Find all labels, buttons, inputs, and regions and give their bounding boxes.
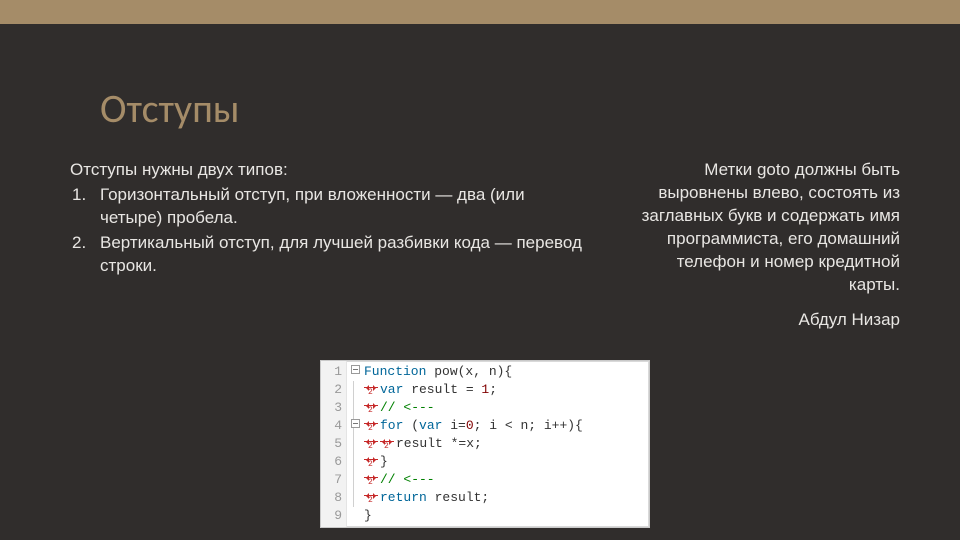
code-text: result *=x; xyxy=(396,436,482,451)
indent-marker-icon: 2 xyxy=(364,489,380,503)
code-line: 2} xyxy=(351,453,649,471)
intro-text: Отступы нужны двух типов: xyxy=(70,159,590,182)
indent-marker-icon: 2 xyxy=(364,417,380,431)
code-text: } xyxy=(364,508,372,523)
slide-title: Отступы xyxy=(100,84,900,133)
code-text: ( xyxy=(403,418,419,433)
left-column: Отступы нужны двух типов: Горизонтальный… xyxy=(70,159,590,332)
line-number: 1 xyxy=(325,363,342,381)
code-line: 2for (var i=0; i < n; i++){ xyxy=(351,417,649,435)
quote-text: Метки goto должны быть выровнены влево, … xyxy=(630,159,900,297)
code-line: Function pow(x, n){ xyxy=(351,363,649,381)
line-number: 5 xyxy=(325,435,342,453)
code-line: 2// <--- xyxy=(351,471,649,489)
code-text: i= xyxy=(442,418,465,433)
code-number: 0 xyxy=(466,418,474,433)
code-line: 22result *=x; xyxy=(351,435,649,453)
list-item: Вертикальный отступ, для лучшей разбивки… xyxy=(70,232,590,278)
line-number: 6 xyxy=(325,453,342,471)
code-text: } xyxy=(380,454,388,469)
code-line: 2// <--- xyxy=(351,399,649,417)
slide-body: Отступы Отступы нужны двух типов: Горизо… xyxy=(0,24,960,540)
list-item: Горизонтальный отступ, при вложенности —… xyxy=(70,184,590,230)
code-sample-panel: 1 2 3 4 5 6 7 8 9 Function pow(x, n){ 2v… xyxy=(320,360,650,528)
code-keyword: for xyxy=(380,418,403,433)
indent-marker-icon: 2 xyxy=(364,399,380,413)
line-number: 3 xyxy=(325,399,342,417)
fold-minus-icon[interactable] xyxy=(351,365,360,374)
indent-marker-icon: 2 xyxy=(380,435,396,449)
code-comment: // <--- xyxy=(380,472,435,487)
code-keyword: var xyxy=(419,418,442,433)
code-line: } xyxy=(351,507,649,525)
code-area: Function pow(x, n){ 2var result = 1; 2//… xyxy=(347,361,649,527)
line-number: 8 xyxy=(325,489,342,507)
indent-marker-icon: 2 xyxy=(364,471,380,485)
code-text: result; xyxy=(427,490,489,505)
line-number: 4 xyxy=(325,417,342,435)
quote-author: Абдул Низар xyxy=(630,309,900,332)
code-text: ; xyxy=(489,382,497,397)
code-keyword: return xyxy=(380,490,427,505)
indent-marker-icon: 2 xyxy=(364,435,380,449)
line-number: 7 xyxy=(325,471,342,489)
code-text: ; i < n; i++){ xyxy=(474,418,583,433)
indent-marker-icon: 2 xyxy=(364,381,380,395)
line-number: 9 xyxy=(325,507,342,525)
code-line: 2var result = 1; xyxy=(351,381,649,399)
code-keyword: Function xyxy=(364,364,426,379)
fold-minus-icon[interactable] xyxy=(351,419,360,428)
slide-top-accent xyxy=(0,0,960,24)
code-text: pow(x, n){ xyxy=(426,364,512,379)
indent-types-list: Горизонтальный отступ, при вложенности —… xyxy=(70,184,590,278)
right-column: Метки goto должны быть выровнены влево, … xyxy=(630,159,900,332)
code-comment: // <--- xyxy=(380,400,435,415)
line-number: 2 xyxy=(325,381,342,399)
line-number-gutter: 1 2 3 4 5 6 7 8 9 xyxy=(321,361,347,527)
content-columns: Отступы нужны двух типов: Горизонтальный… xyxy=(70,159,900,332)
code-line: 2return result; xyxy=(351,489,649,507)
code-keyword: var xyxy=(380,382,403,397)
indent-marker-icon: 2 xyxy=(364,453,380,467)
code-text: result = xyxy=(403,382,481,397)
